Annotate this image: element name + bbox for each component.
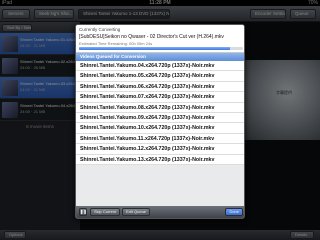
queue-item[interactable]: Shinrei.Tantei.Yakumo.04.x264.720p (1337… [76, 61, 244, 72]
conversion-queue-popover: Currently Converting [SubDESU]Seikon no … [75, 24, 245, 219]
conversion-progress-bar [79, 47, 243, 50]
pause-button[interactable]: ❚❚ [79, 208, 87, 216]
current-file-name: [SubDESU]Seikon no Qwaser - 02 Director'… [79, 34, 224, 40]
popover-toolbar: ❚❚ Skip Current Edit Queue Done [76, 206, 244, 218]
queue-item[interactable]: Shinrei.Tantei.Yakumo.11.x264.720p (1337… [76, 134, 244, 145]
queue-item[interactable]: Shinrei.Tantei.Yakumo.12.x264.720p (1337… [76, 144, 244, 155]
queue-item[interactable]: Shinrei.Tantei.Yakumo.06.x264.720p (1337… [76, 82, 244, 93]
queue-list: Shinrei.Tantei.Yakumo.04.x264.720p (1337… [76, 61, 244, 165]
queue-section-header: Videos Queued for Conversion [76, 53, 244, 61]
queue-item[interactable]: Shinrei.Tantei.Yakumo.07.x264.720p (1337… [76, 92, 244, 103]
time-remaining: Estimated Time Remaining: 00h 05m 24s [79, 41, 153, 46]
queue-item[interactable]: Shinrei.Tantei.Yakumo.13.x264.720p (1337… [76, 155, 244, 165]
queue-item[interactable]: Shinrei.Tantei.Yakumo.05.x264.720p (1337… [76, 71, 244, 82]
current-conversion-section: Currently Converting [SubDESU]Seikon no … [76, 25, 244, 53]
queue-item[interactable]: Shinrei.Tantei.Yakumo.09.x264.720p (1337… [76, 113, 244, 124]
conversion-progress-fill [79, 47, 230, 50]
queue-item[interactable]: Shinrei.Tantei.Yakumo.08.x264.720p (1337… [76, 103, 244, 113]
done-button[interactable]: Done [225, 208, 243, 216]
currently-converting-label: Currently Converting [79, 27, 121, 32]
pause-icon: ❚❚ [80, 209, 87, 214]
edit-queue-button[interactable]: Edit Queue [122, 208, 151, 216]
queue-item[interactable]: Shinrei.Tantei.Yakumo.10.x264.720p (1337… [76, 123, 244, 134]
skip-current-button[interactable]: Skip Current [90, 208, 121, 216]
